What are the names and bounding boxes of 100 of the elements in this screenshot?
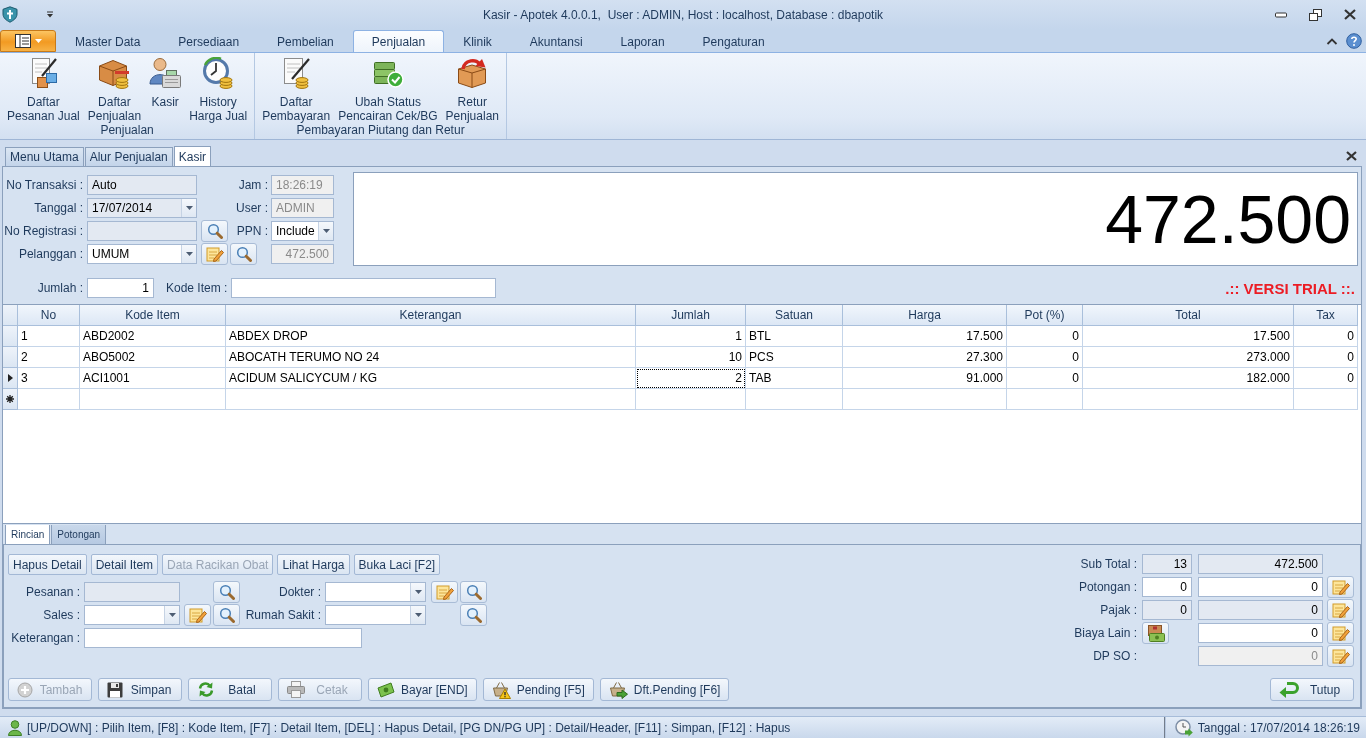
chevron-up-icon	[1326, 37, 1338, 45]
number-field[interactable]: 0	[1198, 623, 1323, 643]
dropdown-field[interactable]	[84, 605, 180, 625]
search-button[interactable]	[230, 243, 257, 265]
current-row-icon	[7, 374, 13, 382]
banknote-icon	[377, 681, 395, 698]
ribbon-button[interactable]: Kasir	[146, 53, 185, 123]
ribbon-tab[interactable]: Persediaan	[159, 30, 259, 52]
cancel-button[interactable]: Batal	[188, 678, 272, 701]
number-field[interactable]: 0	[1198, 600, 1323, 620]
pending-button[interactable]: Pending [F5]	[482, 678, 594, 701]
ribbon-tab[interactable]: Akuntansi	[510, 30, 602, 52]
text-field[interactable]	[87, 221, 197, 241]
column-header[interactable]: Pot (%)	[1007, 305, 1083, 326]
search-button[interactable]	[460, 581, 487, 603]
field-label: DP SO :	[1092, 649, 1138, 663]
field-label: PPN :	[236, 224, 269, 238]
close-button[interactable]	[1346, 151, 1357, 161]
detail-button[interactable]: Lihat Harga	[277, 554, 350, 575]
number-field[interactable]: 0	[1142, 577, 1192, 597]
text-field[interactable]	[84, 628, 362, 648]
dropdown-field[interactable]	[325, 605, 426, 625]
field-label: Pajak :	[1099, 603, 1138, 617]
row-header[interactable]	[3, 389, 18, 410]
ribbon-tab[interactable]: Klinik	[444, 30, 511, 52]
edit-button[interactable]	[1327, 622, 1354, 644]
ribbon-button[interactable]: Daftar Pembayaran	[259, 53, 334, 123]
basket-warning-icon	[491, 680, 511, 699]
column-header[interactable]: Jumlah	[636, 305, 746, 326]
table-cell: 2	[18, 347, 80, 368]
ribbon-button[interactable]: Daftar Pesanan Jual	[4, 53, 83, 123]
detail-tab[interactable]: Rincian	[5, 525, 51, 544]
column-header[interactable]: Satuan	[746, 305, 843, 326]
column-header[interactable]: Tax	[1294, 305, 1358, 326]
ribbon-tab[interactable]: Penjualan	[352, 30, 445, 52]
column-header[interactable]: Harga	[843, 305, 1007, 326]
text-field[interactable]	[84, 582, 180, 602]
search-button[interactable]	[201, 220, 228, 242]
search-button[interactable]	[213, 604, 240, 626]
pay-button[interactable]: Bayar [END]	[368, 678, 477, 701]
column-header[interactable]: Kode Item	[80, 305, 226, 326]
number-field[interactable]: 0	[1142, 600, 1192, 620]
search-button[interactable]	[213, 581, 240, 603]
ribbon-button[interactable]: Ubah Status Pencairan Cek/BG	[335, 53, 441, 123]
cash-button[interactable]	[1142, 622, 1169, 644]
row-header[interactable]	[3, 368, 18, 389]
ribbon-button[interactable]: Daftar Penjualan	[84, 53, 145, 123]
search-button[interactable]	[460, 604, 487, 626]
ribbon-tab[interactable]: Pembelian	[258, 30, 353, 52]
number-field[interactable]: 1	[87, 278, 154, 298]
ribbon-button[interactable]: Retur Penjualan	[442, 53, 502, 123]
edit-button[interactable]	[184, 604, 211, 626]
detail-tab[interactable]: Potongan	[51, 525, 107, 544]
ribbon-tab[interactable]: Pengaturan	[683, 30, 784, 52]
table-cell: 3	[18, 368, 80, 389]
close-icon	[1344, 9, 1356, 20]
dropdown-field[interactable]	[325, 582, 426, 602]
text-field[interactable]	[231, 278, 497, 298]
number-field[interactable]: 13	[1142, 554, 1192, 574]
field-label: Dokter :	[278, 585, 322, 599]
table-cell: PCS	[746, 347, 843, 368]
save-button[interactable]: Simpan	[98, 678, 182, 701]
detail-button[interactable]: Detail Item	[90, 554, 159, 575]
document-tab[interactable]: Kasir	[173, 146, 212, 166]
ribbon-button[interactable]: History Harga Jual	[186, 53, 251, 123]
ribbon-tab[interactable]: Laporan	[601, 30, 684, 52]
notepad-pencil-icon	[1331, 625, 1350, 641]
column-header[interactable]: Keterangan	[226, 305, 636, 326]
box-coins-icon	[98, 57, 131, 89]
table-cell: 2	[636, 368, 746, 389]
ribbon-tab[interactable]: Master Data	[56, 30, 160, 52]
edit-button[interactable]	[431, 581, 458, 603]
table-cell: 0	[1007, 326, 1083, 347]
column-header[interactable]: No	[18, 305, 80, 326]
dropdown-field[interactable]: UMUM	[87, 244, 197, 264]
column-header[interactable]: Total	[1083, 305, 1294, 326]
table-cell: 1	[636, 326, 746, 347]
number-field[interactable]: 472.500	[1198, 554, 1323, 574]
document-tab[interactable]: Alur Penjualan	[84, 147, 173, 166]
number-field[interactable]: 0	[1198, 577, 1323, 597]
dropdown-field[interactable]: Include	[271, 221, 334, 241]
detail-button[interactable]: Hapus Detail	[8, 554, 87, 575]
detail-button[interactable]: Buka Laci [F2]	[353, 554, 441, 575]
notepad-pencil-icon	[1331, 602, 1350, 618]
search-icon	[465, 584, 482, 600]
edit-button[interactable]	[1327, 645, 1354, 667]
edit-button[interactable]	[1327, 576, 1354, 598]
quick-access-button[interactable]	[44, 9, 56, 20]
minimize-icon	[1275, 11, 1287, 18]
caret-icon	[322, 229, 330, 233]
edit-button[interactable]	[201, 243, 228, 265]
edit-button[interactable]	[1327, 599, 1354, 621]
application-menu-button[interactable]	[0, 30, 56, 52]
table-cell: BTL	[746, 326, 843, 347]
save-icon	[107, 681, 123, 698]
text-field[interactable]: Auto	[87, 175, 197, 195]
document-tab[interactable]: Menu Utama	[5, 147, 84, 166]
close-button[interactable]: Tutup	[1270, 678, 1354, 701]
dropdown-field[interactable]: 17/07/2014	[87, 198, 197, 218]
pending-list-button[interactable]: Dft.Pending [F6]	[599, 678, 730, 701]
